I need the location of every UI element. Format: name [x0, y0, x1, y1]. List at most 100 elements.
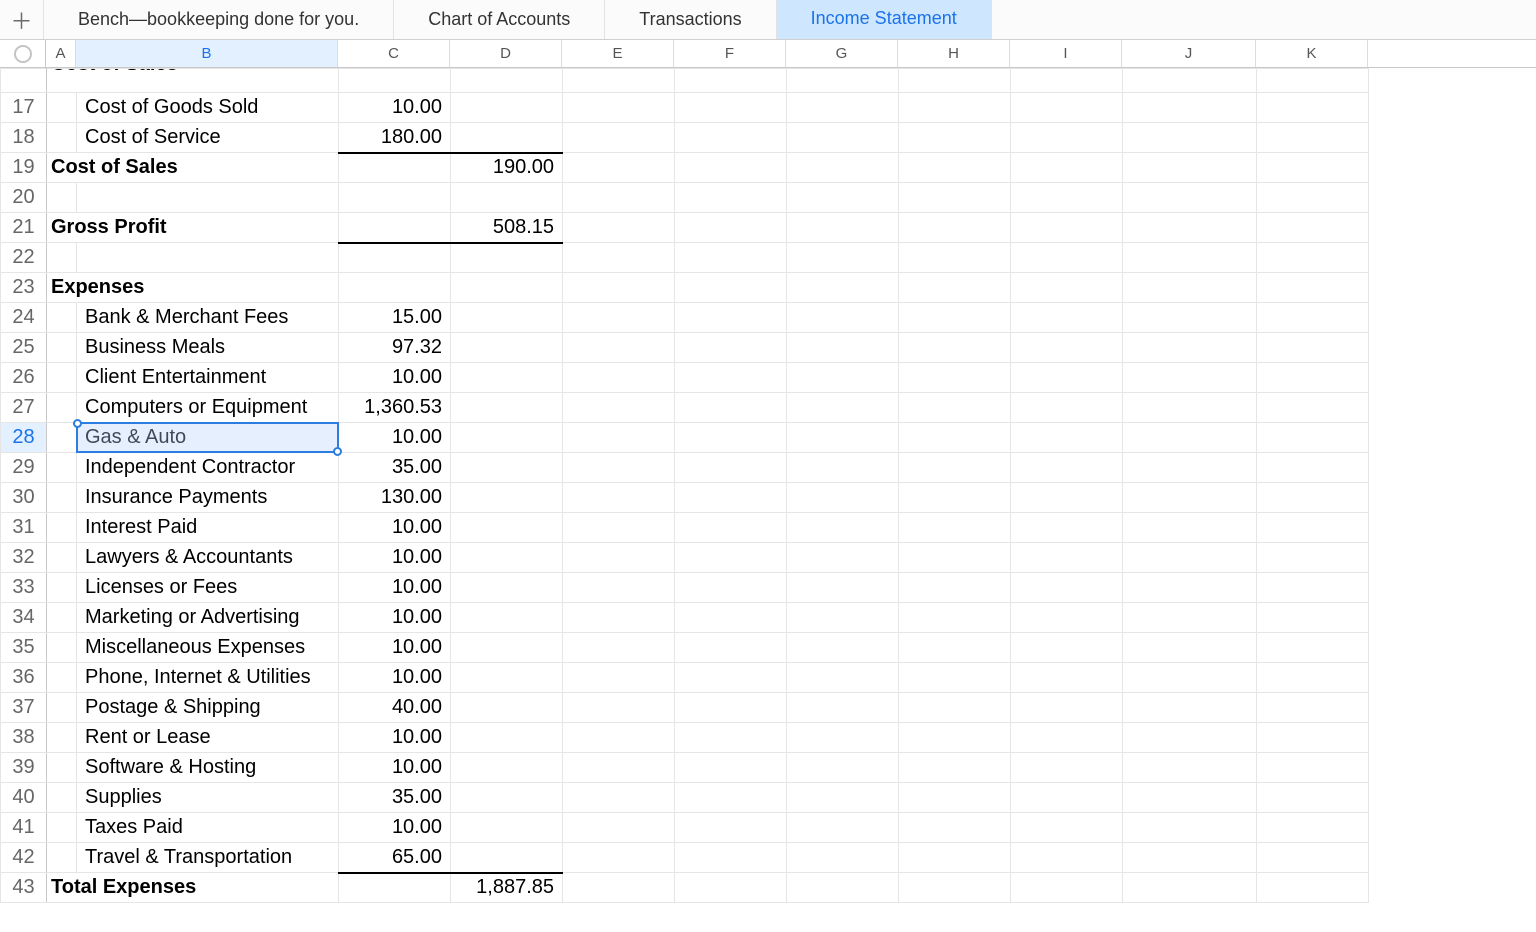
- tab-chart-of-accounts[interactable]: Chart of Accounts: [394, 0, 605, 39]
- cell[interactable]: [899, 93, 1011, 123]
- cell[interactable]: [1257, 663, 1369, 693]
- cell[interactable]: [1011, 603, 1123, 633]
- cell[interactable]: [563, 93, 675, 123]
- cell[interactable]: [1011, 393, 1123, 423]
- cell[interactable]: [1123, 753, 1257, 783]
- cell[interactable]: [899, 453, 1011, 483]
- cell[interactable]: [675, 723, 787, 753]
- cell[interactable]: [1011, 573, 1123, 603]
- cell[interactable]: 35.00: [339, 453, 451, 483]
- cell[interactable]: [1123, 183, 1257, 213]
- cell[interactable]: [1011, 273, 1123, 303]
- table-row[interactable]: 29Independent Contractor35.00: [1, 453, 1369, 483]
- cell[interactable]: [787, 123, 899, 153]
- cell[interactable]: [1257, 693, 1369, 723]
- cell[interactable]: [1011, 633, 1123, 663]
- cell[interactable]: [47, 513, 77, 543]
- cell[interactable]: [451, 453, 563, 483]
- row-header[interactable]: 25: [1, 333, 47, 363]
- cell[interactable]: [47, 123, 77, 153]
- cell[interactable]: [47, 393, 77, 423]
- cell[interactable]: [451, 333, 563, 363]
- cell[interactable]: [1011, 153, 1123, 183]
- table-row[interactable]: 21Gross Profit508.15: [1, 213, 1369, 243]
- row-header[interactable]: 18: [1, 123, 47, 153]
- cell[interactable]: [675, 423, 787, 453]
- table-row[interactable]: 24Bank & Merchant Fees15.00: [1, 303, 1369, 333]
- cell[interactable]: 1,360.53: [339, 393, 451, 423]
- cell[interactable]: [1257, 393, 1369, 423]
- cell[interactable]: [563, 213, 675, 243]
- cell[interactable]: [563, 843, 675, 873]
- cell[interactable]: 10.00: [339, 513, 451, 543]
- cell[interactable]: [787, 513, 899, 543]
- cell[interactable]: [1257, 123, 1369, 153]
- row-header[interactable]: 27: [1, 393, 47, 423]
- cell[interactable]: [47, 813, 77, 843]
- cell[interactable]: [899, 243, 1011, 273]
- row-header[interactable]: 35: [1, 633, 47, 663]
- cell[interactable]: [77, 243, 339, 273]
- cell[interactable]: 35.00: [339, 783, 451, 813]
- cell[interactable]: [1011, 213, 1123, 243]
- cell[interactable]: [1123, 723, 1257, 753]
- cell[interactable]: Cost of Service: [77, 123, 339, 153]
- cell[interactable]: 65.00: [339, 843, 451, 873]
- table-row[interactable]: 36Phone, Internet & Utilities10.00: [1, 663, 1369, 693]
- tab-transactions[interactable]: Transactions: [605, 0, 776, 39]
- cell[interactable]: 10.00: [339, 753, 451, 783]
- cell[interactable]: [563, 723, 675, 753]
- cell[interactable]: [563, 543, 675, 573]
- cell[interactable]: [47, 543, 77, 573]
- cell[interactable]: Lawyers & Accountants: [77, 543, 339, 573]
- cell[interactable]: [899, 543, 1011, 573]
- cell[interactable]: [675, 813, 787, 843]
- cell[interactable]: [1257, 273, 1369, 303]
- cell[interactable]: [1257, 873, 1369, 903]
- cell[interactable]: Cost of Sales: [47, 153, 339, 183]
- cell[interactable]: [1123, 783, 1257, 813]
- cell[interactable]: [563, 423, 675, 453]
- table-row[interactable]: 23Expenses: [1, 273, 1369, 303]
- cell[interactable]: Independent Contractor: [77, 453, 339, 483]
- cell[interactable]: [563, 453, 675, 483]
- cell[interactable]: [1257, 723, 1369, 753]
- cell[interactable]: [47, 723, 77, 753]
- cell[interactable]: [1257, 633, 1369, 663]
- cell[interactable]: [787, 363, 899, 393]
- cell[interactable]: Rent or Lease: [77, 723, 339, 753]
- cell[interactable]: [899, 333, 1011, 363]
- cell[interactable]: [675, 483, 787, 513]
- cell[interactable]: 10.00: [339, 603, 451, 633]
- cell[interactable]: [47, 603, 77, 633]
- cell[interactable]: [787, 633, 899, 663]
- cell[interactable]: [899, 393, 1011, 423]
- table-row[interactable]: 26Client Entertainment10.00: [1, 363, 1369, 393]
- cell[interactable]: [1123, 393, 1257, 423]
- cell[interactable]: [451, 123, 563, 153]
- cell[interactable]: [1123, 813, 1257, 843]
- cell[interactable]: Gross Profit: [47, 213, 339, 243]
- col-header-G[interactable]: G: [786, 40, 898, 67]
- cell[interactable]: 180.00: [339, 123, 451, 153]
- cell[interactable]: [787, 183, 899, 213]
- cell[interactable]: [899, 783, 1011, 813]
- row-header[interactable]: 21: [1, 213, 47, 243]
- table-row[interactable]: 33Licenses or Fees10.00: [1, 573, 1369, 603]
- table-row[interactable]: 27Computers or Equipment1,360.53: [1, 393, 1369, 423]
- col-header-H[interactable]: H: [898, 40, 1010, 67]
- cell[interactable]: [675, 783, 787, 813]
- cell[interactable]: Taxes Paid: [77, 813, 339, 843]
- cell[interactable]: [1123, 663, 1257, 693]
- cell[interactable]: [451, 303, 563, 333]
- table-row[interactable]: 41Taxes Paid10.00: [1, 813, 1369, 843]
- cell[interactable]: Total Expenses: [47, 873, 339, 903]
- row-header[interactable]: 28: [1, 423, 47, 453]
- cell[interactable]: [563, 363, 675, 393]
- cell[interactable]: [899, 873, 1011, 903]
- cell[interactable]: [1011, 843, 1123, 873]
- cell[interactable]: [787, 303, 899, 333]
- cell[interactable]: [563, 873, 675, 903]
- cell[interactable]: [47, 183, 77, 213]
- cell[interactable]: [1257, 153, 1369, 183]
